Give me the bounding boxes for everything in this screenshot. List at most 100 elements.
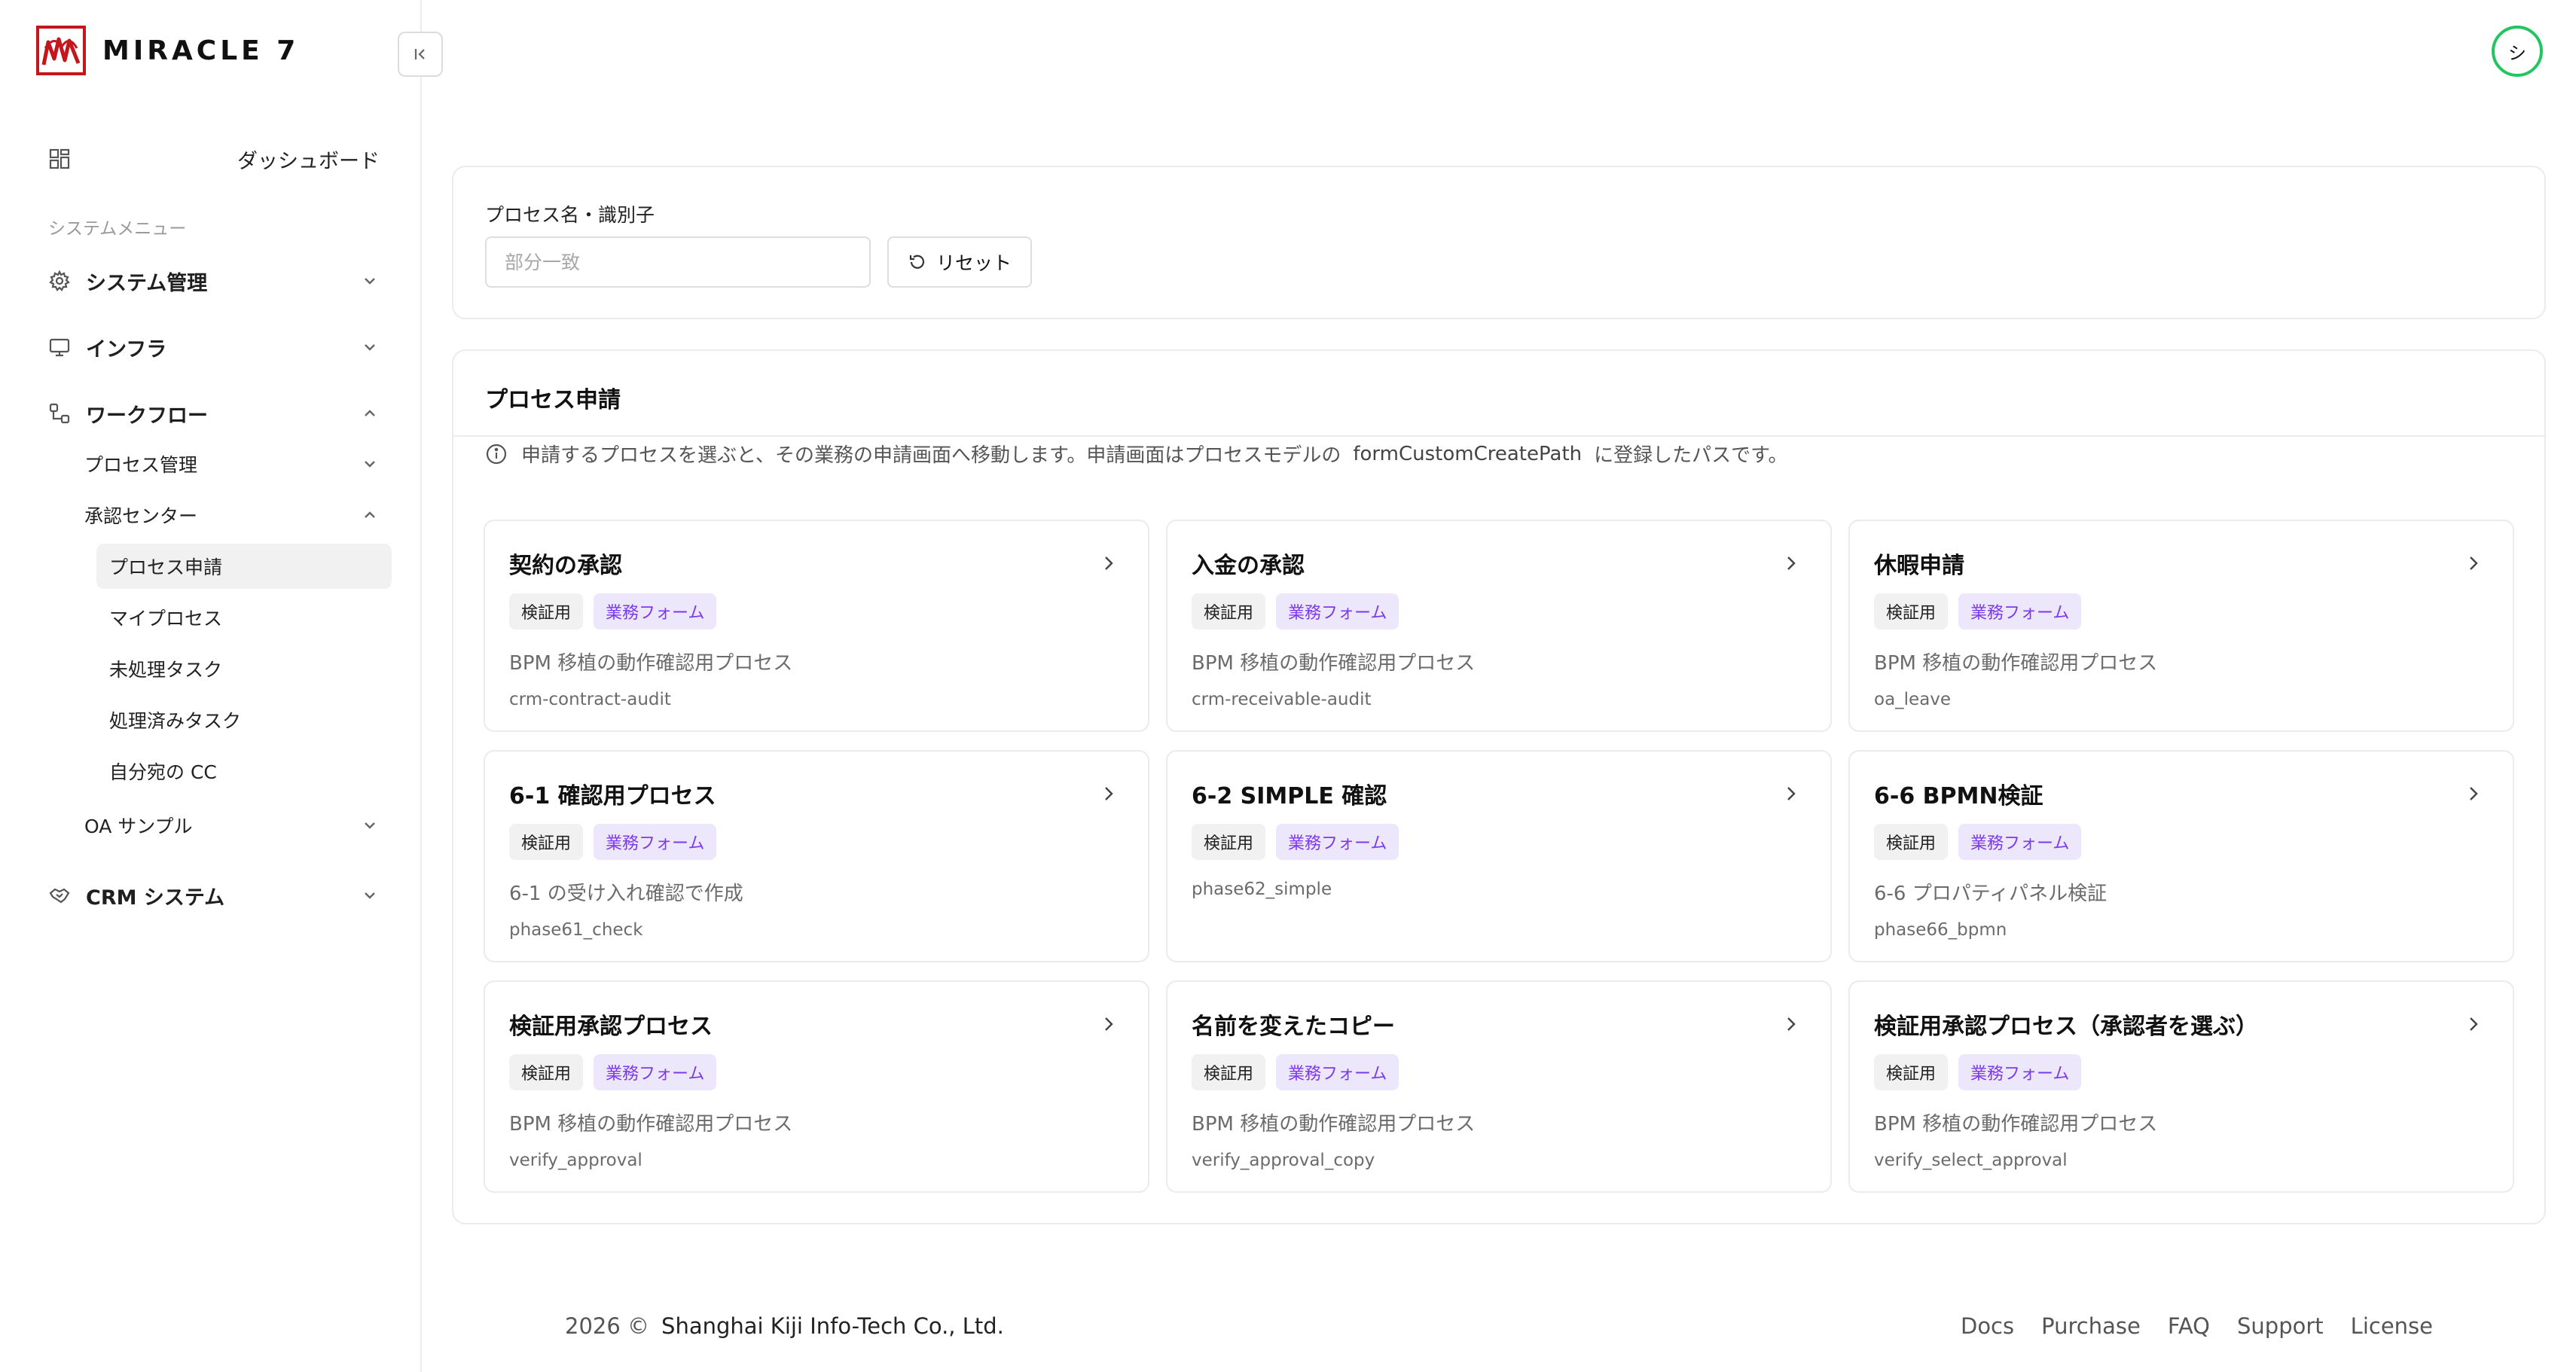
tag-business-form: 業務フォーム: [594, 593, 717, 630]
process-tile[interactable]: 検証用承認プロセス（承認者を選ぶ） 検証用 業務フォーム BPM 移植の動作確認用…: [1848, 980, 2514, 1193]
tile-key: verify_approval_copy: [1192, 1151, 1375, 1170]
app-name: MIRACLE 7: [102, 35, 300, 66]
tag-verify: 検証用: [1874, 1054, 1949, 1090]
process-tile[interactable]: 6-6 BPMN検証 検証用 業務フォーム 6-6 プロパティパネル検証 phas…: [1848, 750, 2514, 962]
dashboard-icon: [49, 148, 70, 169]
collapse-sidebar-button[interactable]: [398, 32, 443, 77]
sidebar: MIRACLE 7 ダッシュボード システムメニュー システム管理 インフラ ワ…: [0, 0, 422, 1372]
sidebar-item-system-admin[interactable]: システム管理: [48, 262, 380, 300]
footer-link-faq[interactable]: FAQ: [2168, 1313, 2210, 1339]
reset-button[interactable]: リセット: [887, 236, 1032, 288]
chevron-right-icon: [1105, 556, 1113, 570]
search-field-label: プロセス名・識別子: [485, 204, 655, 226]
sidebar-item-label: マイプロセス: [109, 608, 223, 630]
sidebar-item-label: 自分宛の CC: [109, 761, 217, 783]
chevron-down-icon: [365, 461, 375, 468]
tile-description: BPM 移植の動作確認用プロセス: [509, 652, 793, 675]
chevron-right-icon: [2470, 1017, 2478, 1031]
chevron-right-icon: [1787, 787, 1796, 800]
tag-verify: 検証用: [1192, 824, 1266, 860]
sidebar-item-crm[interactable]: CRM システム: [48, 877, 380, 914]
tile-title: 6-2 SIMPLE 確認: [1192, 783, 1387, 809]
sidebar-item-oa-sample[interactable]: OA サンプル: [84, 809, 380, 842]
sidebar-item-dashboard[interactable]: ダッシュボード: [48, 140, 380, 178]
sidebar-item-label: ダッシュボード: [237, 149, 380, 173]
tile-description: phase62_simple: [1192, 880, 1332, 899]
sidebar-item-label: OA サンプル: [84, 816, 193, 837]
tag-business-form: 業務フォーム: [1276, 593, 1399, 630]
process-request-panel: プロセス申請 申請するプロセスを選ぶと、その業務の申請画面へ移動します。申請画面…: [452, 349, 2546, 1224]
tile-description: BPM 移植の動作確認用プロセス: [509, 1113, 793, 1136]
tile-title: 検証用承認プロセス: [509, 1014, 713, 1040]
sidebar-item-label: プロセス管理: [84, 454, 198, 476]
process-tile[interactable]: 休暇申請 検証用 業務フォーム BPM 移植の動作確認用プロセス oa_leave: [1848, 520, 2514, 732]
reset-icon: [909, 255, 925, 269]
menu-section-label: システムメニュー: [48, 219, 187, 239]
sidebar-item-label: CRM システム: [86, 886, 225, 910]
tag-business-form: 業務フォーム: [1958, 1054, 2082, 1090]
process-tile[interactable]: 名前を変えたコピー 検証用 業務フォーム BPM 移植の動作確認用プロセス ver…: [1166, 980, 1832, 1193]
footer-link-purchase[interactable]: Purchase: [2041, 1313, 2141, 1339]
sidebar-item-my-process[interactable]: マイプロセス: [96, 595, 392, 640]
tile-description: BPM 移植の動作確認用プロセス: [1874, 652, 2158, 675]
sidebar-item-label: インフラ: [86, 337, 167, 361]
tile-description: BPM 移植の動作確認用プロセス: [1874, 1113, 2158, 1136]
search-panel: プロセス名・識別子 リセット: [452, 166, 2546, 319]
tag-verify: 検証用: [1874, 824, 1949, 860]
footer-link-license[interactable]: License: [2351, 1313, 2433, 1339]
brand-logo-icon: [36, 26, 86, 75]
company-link[interactable]: Shanghai Kiji Info-Tech Co., Ltd.: [661, 1313, 1004, 1339]
footer-link-support[interactable]: Support: [2237, 1313, 2324, 1339]
tag-verify: 検証用: [1874, 593, 1949, 630]
tag-business-form: 業務フォーム: [594, 824, 717, 860]
sidebar-item-label: 処理済みタスク: [109, 710, 242, 732]
chevron-right-icon: [2470, 556, 2478, 570]
tile-title: 休暇申請: [1874, 553, 1964, 579]
chevron-right-icon: [2470, 787, 2478, 800]
app-logo[interactable]: MIRACLE 7: [36, 26, 299, 75]
tag-verify: 検証用: [1192, 1054, 1266, 1090]
process-tile[interactable]: 6-1 確認用プロセス 検証用 業務フォーム 6-1 の受け入れ確認で作成 pha…: [484, 750, 1149, 962]
process-tile[interactable]: 検証用承認プロセス 検証用 業務フォーム BPM 移植の動作確認用プロセス ver…: [484, 980, 1149, 1193]
user-avatar[interactable]: シ: [2492, 26, 2543, 77]
tag-business-form: 業務フォーム: [1276, 824, 1399, 860]
panel-title: プロセス申請: [485, 387, 621, 413]
tile-title: 検証用承認プロセス（承認者を選ぶ）: [1874, 1014, 2258, 1040]
chevron-up-icon: [365, 511, 375, 518]
sidebar-item-workflow[interactable]: ワークフロー: [48, 395, 380, 432]
collapse-left-icon: [414, 49, 425, 59]
chevron-right-icon: [1787, 1017, 1796, 1031]
sidebar-item-infra[interactable]: インフラ: [48, 328, 380, 366]
footer-link-docs[interactable]: Docs: [1961, 1313, 2014, 1339]
process-tile[interactable]: 契約の承認 検証用 業務フォーム BPM 移植の動作確認用プロセス crm-con…: [484, 520, 1149, 732]
search-input[interactable]: [485, 236, 871, 288]
sidebar-item-label: 承認センター: [84, 505, 198, 527]
info-icon: [486, 444, 507, 464]
tag-verify: 検証用: [509, 593, 584, 630]
sidebar-item-approval-center[interactable]: 承認センター: [84, 498, 380, 532]
chevron-down-icon: [365, 822, 375, 829]
sidebar-item-pending-tasks[interactable]: 未処理タスク: [96, 646, 392, 691]
divider: [453, 435, 2544, 437]
tile-description: 6-1 の受け入れ確認で作成: [509, 883, 743, 905]
tag-verify: 検証用: [509, 824, 584, 860]
handshake-icon: [49, 888, 70, 904]
tile-title: 入金の承認: [1192, 553, 1305, 579]
hint-text-after: に登録したパスです。: [1594, 444, 1788, 467]
chevron-right-icon: [1105, 787, 1113, 800]
workflow-icon: [49, 403, 70, 424]
chevron-down-icon: [365, 344, 375, 351]
sidebar-item-done-tasks[interactable]: 処理済みタスク: [96, 697, 392, 742]
sidebar-item-cc-to-me[interactable]: 自分宛の CC: [96, 749, 392, 794]
sidebar-item-process-admin[interactable]: プロセス管理: [84, 447, 380, 480]
process-tile[interactable]: 6-2 SIMPLE 確認 検証用 業務フォーム phase62_simple: [1166, 750, 1832, 962]
tag-business-form: 業務フォーム: [1276, 1054, 1399, 1090]
chevron-right-icon: [1787, 556, 1796, 570]
tile-key: crm-contract-audit: [509, 690, 671, 709]
hint-text: 申請するプロセスを選ぶと、その業務の申請画面へ移動します。申請画面はプロセスモデ…: [521, 444, 1341, 467]
hint-code: formCustomCreatePath: [1353, 442, 1583, 465]
copyright-year: 2026 ©: [565, 1313, 650, 1339]
sidebar-item-label: ワークフロー: [86, 404, 208, 428]
process-tile[interactable]: 入金の承認 検証用 業務フォーム BPM 移植の動作確認用プロセス crm-rec…: [1166, 520, 1832, 732]
sidebar-item-process-request[interactable]: プロセス申請: [96, 544, 392, 589]
